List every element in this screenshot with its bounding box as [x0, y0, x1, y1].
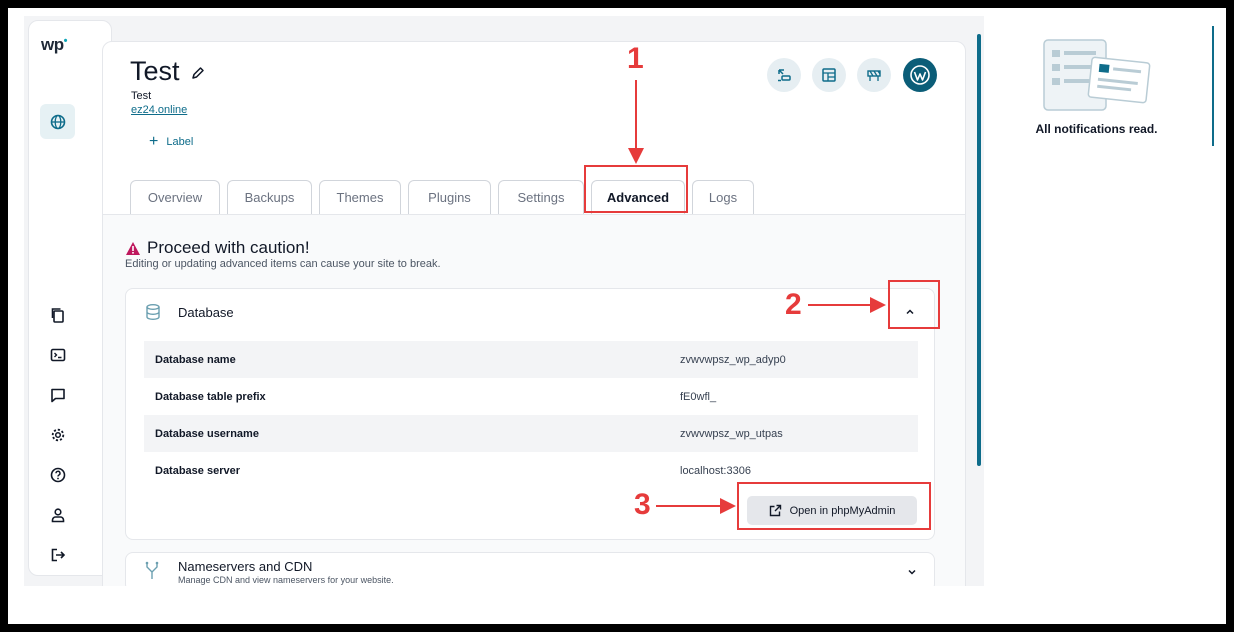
annotation-arrows [628, 80, 886, 514]
screenshot-frame: wp• Test Test ez24.online + Label Overvi… [8, 8, 1226, 624]
